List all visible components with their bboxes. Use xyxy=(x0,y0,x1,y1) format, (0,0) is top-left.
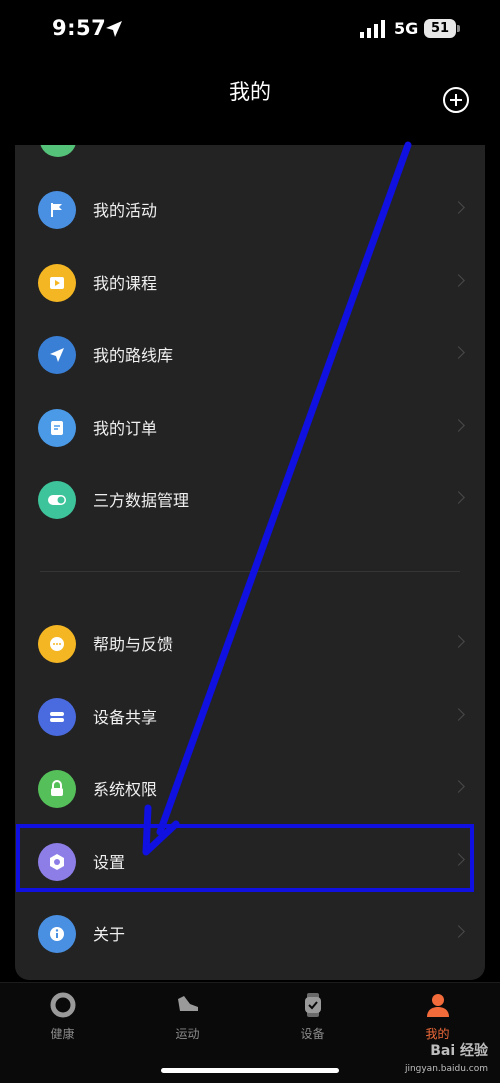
watch-icon xyxy=(299,991,327,1019)
play-icon xyxy=(38,263,76,302)
menu-item-label: 我的课程 xyxy=(93,273,158,293)
tab-ring[interactable]: 健康 xyxy=(0,983,125,1063)
battery-icon: 51 xyxy=(424,19,460,38)
tab-shoe[interactable]: 运动 xyxy=(125,983,250,1063)
watermark-text: Bai 经验 xyxy=(430,1043,488,1059)
tab-label: 运动 xyxy=(175,1027,200,1041)
tab-watch[interactable]: 设备 xyxy=(250,983,375,1063)
watermark-url: jingyan.baidu.com xyxy=(404,1064,488,1074)
chevron-right-icon xyxy=(452,707,465,721)
document-icon xyxy=(38,408,76,447)
person-icon xyxy=(424,991,452,1019)
menu-item-label: 帮助与反馈 xyxy=(93,635,174,654)
menu-item-label: 我的活动 xyxy=(93,201,158,220)
divider xyxy=(40,571,460,572)
menu-item-label: 我的订单 xyxy=(93,418,158,438)
chevron-right-icon xyxy=(452,925,465,938)
status-time: 9:57 xyxy=(52,16,107,40)
tab-label: 设备 xyxy=(300,1027,325,1041)
add-button[interactable] xyxy=(443,87,469,113)
lock-icon xyxy=(38,770,76,808)
network-type: 5G xyxy=(394,19,419,38)
share-icon xyxy=(38,697,76,736)
menu-item-label: 设备共享 xyxy=(93,707,158,727)
menu-item-flag[interactable]: 我的活动 xyxy=(15,173,485,245)
navigation-icon xyxy=(38,336,76,374)
menu-item-label: 我的路线库 xyxy=(93,346,174,365)
menu-item-play[interactable]: 我的课程 xyxy=(15,246,485,318)
settings-highlight-box xyxy=(16,824,474,892)
page-title: 我的 xyxy=(229,80,271,104)
chevron-right-icon xyxy=(452,491,465,504)
watermark-logo: Bai 经验 jingyan.baidu.com xyxy=(405,1040,488,1074)
signal-icon xyxy=(360,20,385,38)
status-bar: 9:57 5G 51 xyxy=(0,0,500,60)
ring-icon xyxy=(49,991,77,1019)
chevron-right-icon xyxy=(452,346,465,359)
partial-menu-icon xyxy=(40,145,76,157)
menu-item-label: 系统权限 xyxy=(93,780,158,799)
menu-item-info[interactable]: 关于 xyxy=(15,897,485,969)
menu-item-toggle[interactable]: 三方数据管理 xyxy=(15,463,485,535)
shoe-icon xyxy=(174,991,202,1019)
menu-item-label: 三方数据管理 xyxy=(93,491,190,510)
chevron-right-icon xyxy=(452,201,465,214)
chevron-right-icon xyxy=(452,418,465,432)
menu-item-document[interactable]: 我的订单 xyxy=(15,391,485,463)
toggle-icon xyxy=(38,481,76,519)
menu-item-navigation[interactable]: 我的路线库 xyxy=(15,318,485,390)
home-indicator[interactable] xyxy=(161,1068,339,1073)
location-arrow-icon xyxy=(106,21,122,37)
chevron-right-icon xyxy=(452,635,465,648)
info-icon xyxy=(38,915,76,953)
chat-icon xyxy=(38,625,76,663)
flag-icon xyxy=(38,191,76,229)
menu-item-lock[interactable]: 系统权限 xyxy=(15,752,485,824)
menu-item-chat[interactable]: 帮助与反馈 xyxy=(15,607,485,679)
tab-label: 健康 xyxy=(50,1027,75,1041)
chevron-right-icon xyxy=(452,780,465,793)
chevron-right-icon xyxy=(452,273,465,287)
menu-item-share[interactable]: 设备共享 xyxy=(15,680,485,752)
menu-item-label: 关于 xyxy=(93,925,126,944)
